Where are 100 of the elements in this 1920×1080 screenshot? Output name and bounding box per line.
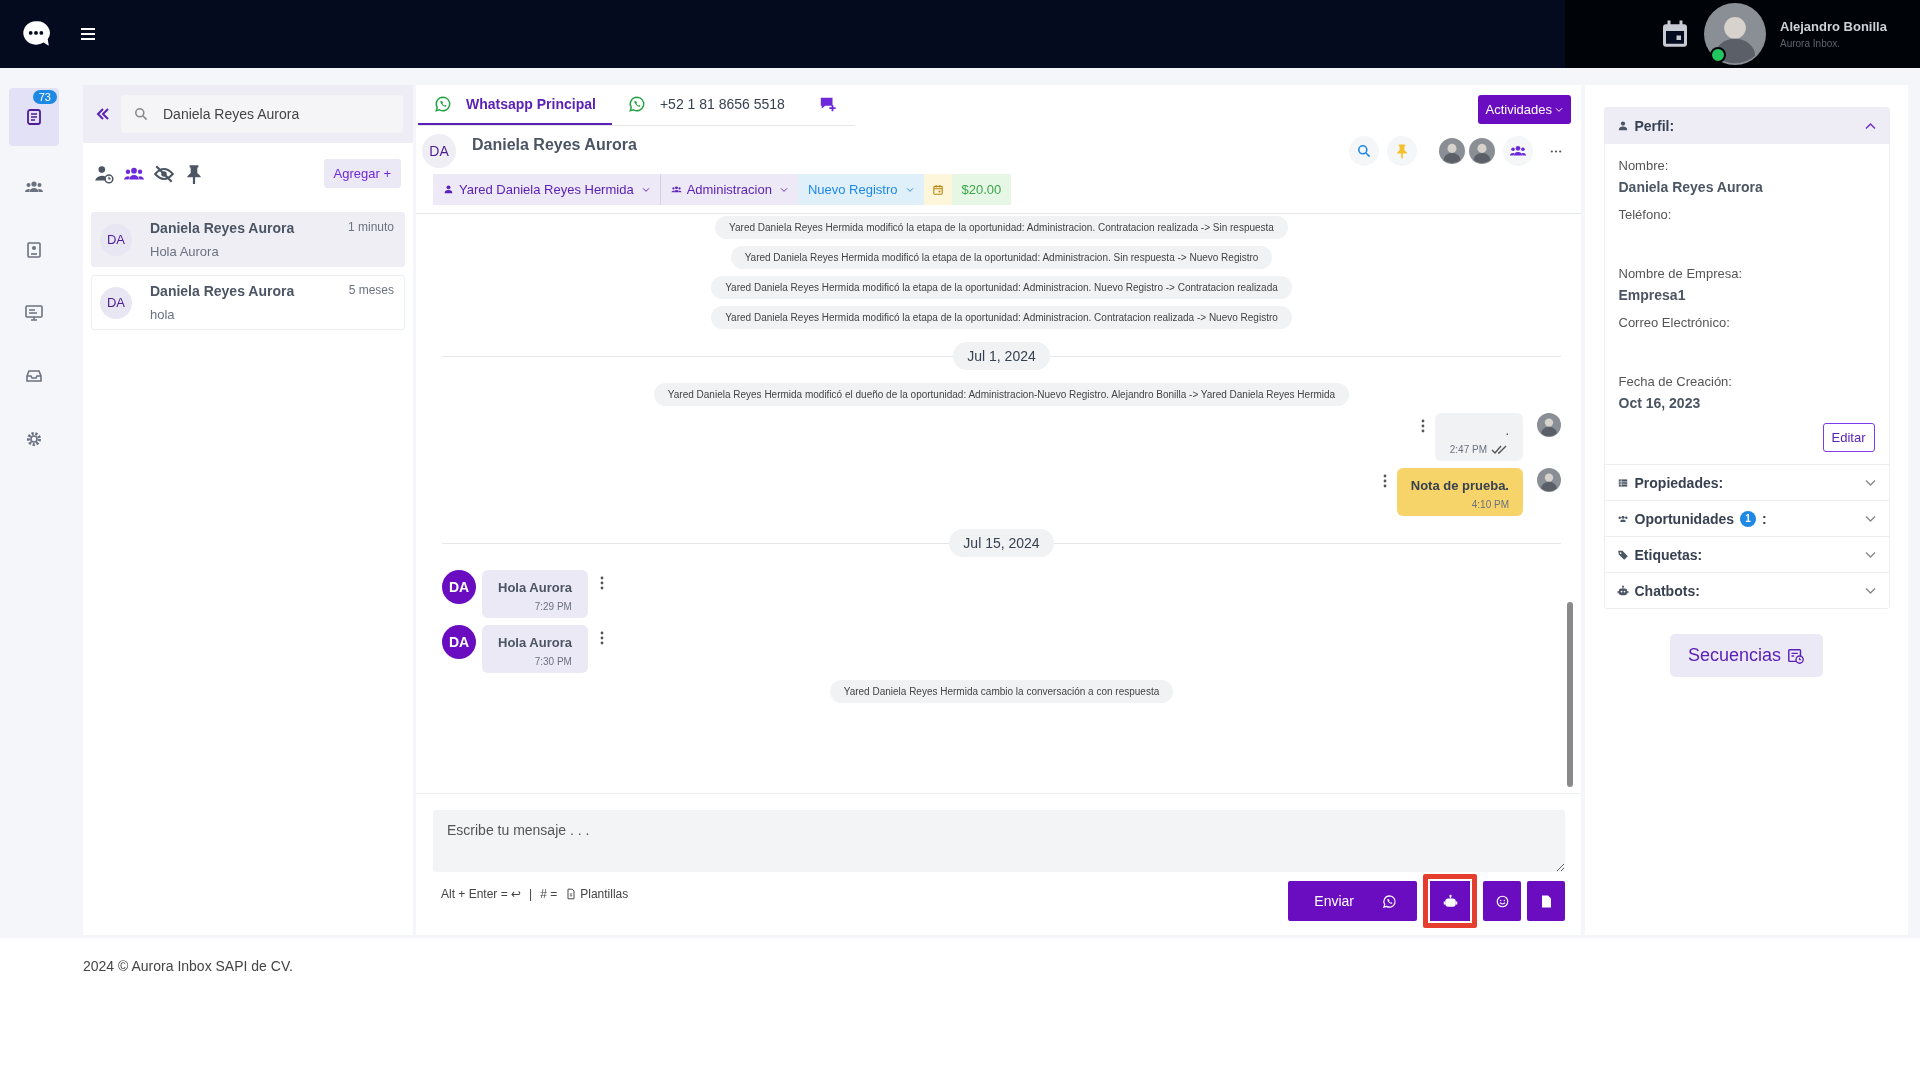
- message-time: 7:30 PM: [534, 656, 572, 667]
- timestamp: 5 meses: [348, 283, 394, 299]
- count-badge: 73: [32, 90, 57, 104]
- message-preview: Hola Aurora: [150, 244, 220, 259]
- conversation-item[interactable]: DA Daniela Reyes Aurora 1 minuto Hola Aurora: [91, 212, 405, 267]
- channel-tab[interactable]: Whatsapp Principal: [418, 85, 612, 125]
- profile-header[interactable]: Perfil:: [1604, 108, 1889, 144]
- avatar: [1439, 138, 1465, 164]
- team-button[interactable]: [1503, 136, 1533, 166]
- section-title: Chatbots:: [1634, 582, 1700, 599]
- chatbot-button[interactable]: [1423, 874, 1477, 928]
- section-title: Etiquetas:: [1634, 546, 1703, 563]
- chevron-down-icon: [1863, 586, 1877, 595]
- chevron-down-icon: [1863, 514, 1877, 523]
- user-name: Alejandro Bonilla: [1780, 19, 1887, 34]
- message-text: Hola Aurora: [498, 635, 572, 650]
- field-label: Nombre:: [1618, 158, 1670, 173]
- more-icon[interactable]: [599, 631, 604, 645]
- user-subtitle: Aurora Inbox.: [1780, 38, 1842, 49]
- owner-dropdown[interactable]: Yared Daniela Reyes Hermida: [433, 174, 660, 205]
- more-icon[interactable]: [1382, 474, 1387, 488]
- more-icon[interactable]: [1421, 419, 1425, 433]
- message-preview: hola: [150, 307, 176, 322]
- field-label: Fecha de Creación:: [1618, 374, 1733, 389]
- amount-tag: $20.00: [951, 174, 1012, 205]
- chevron-down-icon: [1863, 550, 1877, 559]
- tag-icon: [1616, 548, 1629, 561]
- field-value: Daniela Reyes Aurora: [1618, 179, 1764, 195]
- menu-icon[interactable]: [80, 27, 96, 41]
- chevron-down-icon: [905, 186, 914, 193]
- monitor-icon: [24, 302, 44, 323]
- search-button[interactable]: [1349, 136, 1379, 166]
- group-icon: [670, 184, 682, 195]
- avatar: [1537, 468, 1561, 492]
- template-shortcut: # =: [540, 887, 558, 901]
- document-icon: [565, 888, 578, 900]
- section-header[interactable]: Chatbots:: [1604, 572, 1889, 608]
- initials-avatar: DA: [442, 625, 476, 659]
- calendar-icon[interactable]: [1660, 19, 1690, 49]
- emoji-button[interactable]: [1483, 881, 1521, 921]
- message-text: .: [1505, 423, 1509, 438]
- system-message: Yared Daniela Reyes Hermida modificó el dueño de la oportunidad: Administracion-Nuevo Registro. Alejandro Bonilla -> Yared Daniela Reyes Hermida: [653, 383, 1350, 406]
- message-time: 2:47 PM: [1449, 444, 1487, 455]
- team-dropdown[interactable]: Administracion: [659, 174, 798, 205]
- initials-avatar: DA: [422, 134, 456, 168]
- whatsapp-icon: [627, 95, 646, 113]
- colon-text: :: [1762, 510, 1767, 527]
- shortcut-hint: Alt + Enter = ↩: [441, 887, 522, 901]
- contact-name: Daniela Reyes Aurora: [150, 283, 295, 299]
- system-message: Yared Daniela Reyes Hermida modificó la etapa de la oportunidad: Administracion. Contratacion realizada -> Nuevo Registro: [711, 306, 1292, 329]
- user-icon: [1616, 120, 1629, 132]
- date-separator: Jul 15, 2024: [949, 529, 1054, 557]
- schedule-icon: [1787, 646, 1806, 665]
- edit-button[interactable]: Editar: [1822, 423, 1875, 452]
- avatar: [1537, 413, 1561, 437]
- initials-avatar: DA: [100, 286, 132, 319]
- message-time: 7:29 PM: [534, 601, 572, 612]
- activities-button[interactable]: Actividades: [1477, 95, 1571, 124]
- search-field[interactable]: Daniela Reyes Aurora: [121, 95, 403, 133]
- field-value: Empresa1: [1618, 287, 1687, 303]
- contact-name: Daniela Reyes Aurora: [150, 220, 295, 236]
- chevron-down-icon: [641, 186, 650, 193]
- message-field[interactable]: Escribe tu mensaje . . .: [433, 810, 1565, 872]
- robot-icon: [1442, 893, 1458, 909]
- chevron-down-icon: [779, 186, 788, 193]
- initials-avatar: DA: [100, 223, 132, 256]
- table-icon: [1616, 476, 1629, 489]
- more-icon: [1549, 148, 1563, 154]
- send-button[interactable]: Enviar: [1288, 881, 1417, 921]
- conversation-item[interactable]: DA Daniela Reyes Aurora 5 meses hola: [91, 275, 405, 330]
- chat-plus-icon: [818, 95, 837, 113]
- nav-item[interactable]: 73: [9, 88, 59, 146]
- collapse-icon[interactable]: [95, 106, 111, 122]
- field-value: Oct 16, 2023: [1618, 395, 1702, 411]
- avatar: [1704, 3, 1766, 65]
- whatsapp-icon: [434, 95, 452, 113]
- footer-text: 2024 © Aurora Inbox SAPI de CV.: [82, 957, 294, 974]
- list-icon: [24, 107, 44, 127]
- system-message: Yared Daniela Reyes Hermida cambio la conversación a con respuesta: [829, 680, 1174, 703]
- field-label: Correo Electrónico:: [1618, 315, 1731, 330]
- section-title: Oportunidades: [1634, 510, 1735, 527]
- calendar-icon: [931, 183, 944, 196]
- robot-icon: [1616, 584, 1629, 597]
- pin-icon: [1394, 143, 1410, 159]
- system-message: Yared Daniela Reyes Hermida modificó la etapa de la oportunidad: Administracion. Contratacion realizada -> Sin respuesta: [715, 216, 1288, 239]
- more-icon[interactable]: [599, 576, 604, 590]
- system-message: Yared Daniela Reyes Hermida modificó la etapa de la oportunidad: Administracion. Nuevo Registro -> Contratacion realizada: [711, 276, 1292, 299]
- add-button[interactable]: Agregar +: [323, 159, 401, 188]
- avatar: [1469, 138, 1495, 164]
- file-button[interactable]: [1527, 881, 1565, 921]
- search-icon: [1356, 143, 1372, 159]
- sequences-button[interactable]: Secuencias: [1669, 634, 1824, 677]
- system-message: Yared Daniela Reyes Hermida modificó la etapa de la oportunidad: Administracion. Sin respuesta -> Nuevo Registro: [730, 246, 1273, 269]
- message-text: Nota de prueba.: [1410, 478, 1509, 493]
- date-separator: Jul 1, 2024: [953, 342, 1050, 370]
- channel-tab[interactable]: +52 1 81 8656 5518: [611, 85, 801, 125]
- scrollbar[interactable]: [1567, 602, 1573, 787]
- chevron-up-icon: [1863, 122, 1877, 130]
- count-badge: 1: [1740, 510, 1757, 527]
- emoji-icon: [1494, 893, 1510, 909]
